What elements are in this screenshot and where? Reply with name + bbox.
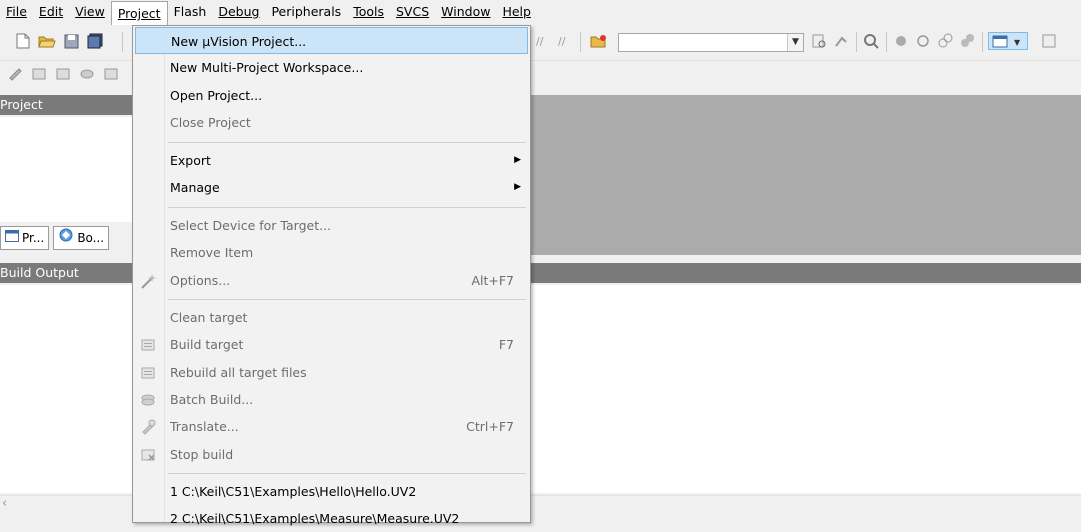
menu-flash[interactable]: Flash <box>168 1 213 23</box>
menu-item-remove-item[interactable]: Remove Item <box>135 239 528 266</box>
menu-item-recent-project-1[interactable]: 1 C:\Keil\C51\Examples\Hello\Hello.UV2 <box>135 478 528 505</box>
comment-icon[interactable]: // <box>556 32 574 50</box>
options-wand-icon <box>139 272 157 290</box>
menu-item-open-project[interactable]: Open Project... <box>135 82 528 109</box>
menu-separator <box>168 142 526 143</box>
svg-text://: // <box>536 35 544 48</box>
tab-project[interactable]: Pr... <box>0 226 50 250</box>
menu-item-manage[interactable]: Manage ▶ <box>135 174 528 201</box>
translate-icon <box>139 418 157 436</box>
project-tab-icon <box>5 227 19 249</box>
configure-icon[interactable] <box>1040 32 1058 50</box>
books-tab-icon <box>58 227 74 249</box>
translate-toolbar-icon[interactable] <box>6 65 24 83</box>
menu-svcs[interactable]: SVCS <box>390 1 435 23</box>
batch-build-toolbar-icon[interactable] <box>78 65 96 83</box>
breakpoint-kill-all-icon[interactable] <box>958 32 976 50</box>
toolbar-separator <box>886 32 887 52</box>
menu-file[interactable]: File <box>0 1 33 23</box>
tab-books[interactable]: Bo... <box>53 226 110 250</box>
build-icon <box>139 336 157 354</box>
menu-item-select-device[interactable]: Select Device for Target... <box>135 212 528 239</box>
tab-books-label: Bo... <box>77 231 105 245</box>
project-tree[interactable] <box>0 117 132 222</box>
menu-project[interactable]: Project <box>110 1 168 25</box>
incremental-find-icon[interactable] <box>832 32 850 50</box>
menu-item-options[interactable]: Options... Alt+F7 <box>135 267 528 294</box>
menu-bar: File Edit View Project Flash Debug Perip… <box>0 0 1081 25</box>
debug-session-icon[interactable] <box>862 32 880 50</box>
menu-edit[interactable]: Edit <box>33 1 69 23</box>
save-icon[interactable] <box>62 32 80 50</box>
breakpoint-disable-all-icon[interactable] <box>936 32 954 50</box>
menu-item-clean-target[interactable]: Clean target <box>135 304 528 331</box>
submenu-arrow-icon: ▶ <box>514 182 521 192</box>
find-in-files-icon[interactable] <box>590 32 608 50</box>
submenu-arrow-icon: ▶ <box>514 155 521 165</box>
menu-separator <box>168 207 526 208</box>
scroll-left-icon[interactable]: ‹ <box>2 496 7 511</box>
find-icon[interactable] <box>810 32 828 50</box>
batch-build-icon <box>139 391 157 409</box>
breakpoint-insert-icon[interactable] <box>892 32 910 50</box>
menu-separator <box>168 299 526 300</box>
toolbar-separator <box>856 32 857 52</box>
menu-item-stop-build[interactable]: Stop build <box>135 441 528 468</box>
editor-workspace <box>530 95 1081 255</box>
menu-item-recent-project-2[interactable]: 2 C:\Keil\C51\Examples\Measure\Measure.U… <box>135 505 528 532</box>
menu-item-rebuild-all[interactable]: Rebuild all target files <box>135 359 528 386</box>
breakpoint-enable-icon[interactable] <box>914 32 932 50</box>
toolbar-separator <box>982 32 983 52</box>
menu-tools[interactable]: Tools <box>347 1 390 23</box>
window-layout-icon[interactable]: ▼ <box>988 32 1028 50</box>
menu-item-build-target[interactable]: Build target F7 <box>135 331 528 358</box>
project-menu: New µVision Project... New Multi-Project… <box>132 25 531 526</box>
menu-help[interactable]: Help <box>496 1 537 23</box>
menu-peripherals[interactable]: Peripherals <box>265 1 347 23</box>
menu-item-new-multi-project-workspace[interactable]: New Multi-Project Workspace... <box>135 54 528 81</box>
open-folder-icon[interactable] <box>38 32 56 50</box>
menu-item-new-uvision-project[interactable]: New µVision Project... <box>135 27 528 54</box>
menu-debug[interactable]: Debug <box>212 1 265 23</box>
svg-text://: // <box>558 35 566 48</box>
menu-window[interactable]: Window <box>435 1 496 23</box>
project-panel-title: Project <box>0 95 132 115</box>
project-tabs: Pr... Bo... <box>0 226 132 252</box>
menu-view[interactable]: View <box>69 1 111 23</box>
stop-build-toolbar-icon[interactable] <box>102 65 120 83</box>
uncomment-icon[interactable]: // <box>534 32 552 50</box>
save-all-icon[interactable] <box>86 32 104 50</box>
stop-build-icon <box>139 446 157 464</box>
new-file-icon[interactable] <box>14 32 32 50</box>
toolbar-separator <box>122 32 123 52</box>
build-toolbar-icon[interactable] <box>30 65 48 83</box>
menu-item-close-project[interactable]: Close Project <box>135 109 528 136</box>
chevron-down-icon[interactable]: ▼ <box>787 34 803 51</box>
menu-item-batch-build[interactable]: Batch Build... <box>135 386 528 413</box>
menu-item-translate[interactable]: Translate... Ctrl+F7 <box>135 413 528 440</box>
toolbar-separator <box>580 32 581 52</box>
menu-item-export[interactable]: Export ▶ <box>135 147 528 174</box>
find-combo[interactable]: ▼ <box>618 33 804 52</box>
menu-separator <box>168 473 526 474</box>
rebuild-toolbar-icon[interactable] <box>54 65 72 83</box>
tab-project-label: Pr... <box>22 231 45 245</box>
svg-text:▼: ▼ <box>1014 38 1021 47</box>
rebuild-icon <box>139 364 157 382</box>
